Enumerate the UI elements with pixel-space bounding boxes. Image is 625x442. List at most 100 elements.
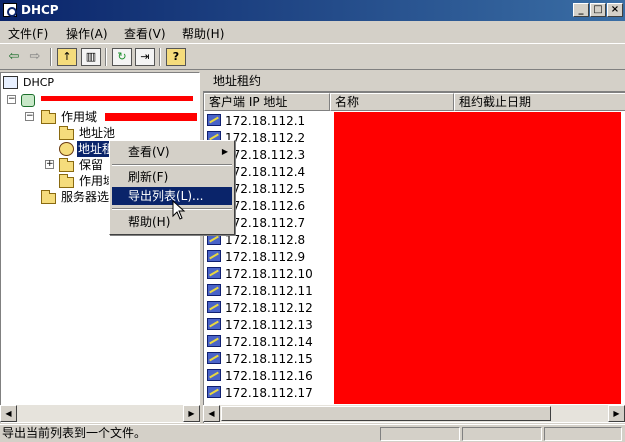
client-lease-icon	[207, 369, 221, 381]
client-ip-address: 172.18.112.8	[225, 233, 306, 247]
show-hide-tree-icon[interactable]: ▥	[81, 48, 101, 66]
client-lease-icon	[207, 114, 221, 126]
client-ip-address: 172.18.112.3	[225, 148, 306, 162]
scroll-left-icon[interactable]: ◀	[203, 405, 220, 422]
menu-view[interactable]: 查看(V)	[124, 25, 166, 42]
toolbar-separator	[159, 48, 161, 66]
client-ip-address: 172.18.112.6	[225, 199, 306, 213]
table-row[interactable]: 172.18.112.17	[204, 385, 334, 402]
minimize-button[interactable]: _	[573, 3, 589, 17]
client-lease-icon	[207, 284, 221, 296]
scroll-right-icon[interactable]: ▶	[183, 405, 200, 422]
client-ip-address: 172.18.112.7	[225, 216, 306, 230]
client-lease-icon	[207, 352, 221, 364]
tree-label-scope: 作用域	[61, 110, 98, 124]
tree-horizontal-scrollbar[interactable]: ◀ ▶	[0, 405, 200, 422]
table-row[interactable]: 172.18.112.13	[204, 317, 334, 334]
context-menu-refresh[interactable]: 刷新(F)	[112, 168, 232, 186]
client-lease-icon	[207, 267, 221, 279]
status-panel	[380, 427, 460, 441]
list-horizontal-scrollbar[interactable]: ◀ ▶	[203, 405, 625, 422]
context-menu-view[interactable]: 查看(V) ▶	[112, 143, 232, 161]
client-ip-address: 172.18.112.9	[225, 250, 306, 264]
lease-list[interactable]: 客户端 IP 地址 名称 租约截止日期 172.18.112.1 172.18.1…	[203, 92, 625, 423]
folder-icon	[59, 174, 74, 188]
client-ip-address: 172.18.112.15	[225, 352, 313, 366]
back-arrow-icon[interactable]: ⇦	[4, 48, 24, 66]
client-ip-address: 172.18.112.14	[225, 335, 313, 349]
menu-separator	[112, 164, 232, 166]
redaction-block	[334, 112, 621, 404]
client-lease-icon	[207, 335, 221, 347]
tree-expander-reservations[interactable]: +	[45, 160, 54, 169]
menu-action[interactable]: 操作(A)	[66, 25, 108, 42]
scroll-left-icon[interactable]: ◀	[0, 405, 17, 422]
client-lease-icon	[207, 250, 221, 262]
redaction-bar	[41, 96, 193, 101]
maximize-button[interactable]: □	[590, 3, 606, 17]
column-header-ip[interactable]: 客户端 IP 地址	[204, 93, 330, 111]
client-ip-address: 172.18.112.11	[225, 284, 313, 298]
status-panel	[462, 427, 542, 441]
table-row[interactable]: 172.18.112.16	[204, 368, 334, 385]
client-ip-address: 172.18.112.17	[225, 386, 313, 400]
tree-expander-scope[interactable]: −	[25, 112, 34, 121]
client-ip-address: 172.18.112.1	[225, 114, 306, 128]
folder-icon	[59, 158, 74, 172]
tree-expander-server[interactable]: −	[7, 95, 16, 104]
up-folder-icon[interactable]: ↑	[57, 48, 77, 66]
mouse-cursor-icon	[172, 200, 186, 220]
client-ip-address: 172.18.112.5	[225, 182, 306, 196]
menu-help[interactable]: 帮助(H)	[182, 25, 224, 42]
export-list-icon[interactable]: ⇥	[135, 48, 155, 66]
menu-file[interactable]: 文件(F)	[8, 25, 48, 42]
table-row[interactable]: 172.18.112.1	[204, 113, 334, 130]
client-ip-address: 172.18.112.16	[225, 369, 313, 383]
folder-icon	[41, 190, 56, 204]
table-row[interactable]: 172.18.112.10	[204, 266, 334, 283]
tree-label-dhcp: DHCP	[23, 76, 55, 89]
table-row[interactable]: 172.18.112.14	[204, 334, 334, 351]
tree-label-address-pool: 地址池	[79, 126, 116, 140]
context-menu-view-label: 查看(V)	[128, 145, 170, 159]
tree-label-server-options: 服务器选	[61, 190, 110, 204]
client-ip-address: 172.18.112.13	[225, 318, 313, 332]
folder-icon	[59, 126, 74, 140]
submenu-arrow-icon: ▶	[221, 147, 228, 156]
toolbar-separator	[105, 48, 107, 66]
scroll-thumb[interactable]	[221, 406, 551, 421]
dhcp-app-icon	[3, 3, 17, 17]
toolbar-separator	[50, 48, 52, 66]
column-header-name[interactable]: 名称	[330, 93, 454, 111]
client-ip-address: 172.18.112.10	[225, 267, 313, 281]
column-header-lease-expiration[interactable]: 租约截止日期	[454, 93, 625, 111]
table-row[interactable]: 172.18.112.12	[204, 300, 334, 317]
tree-label-reservations: 保留	[79, 158, 104, 172]
table-row[interactable]: 172.18.112.15	[204, 351, 334, 368]
status-bar: 导出当前列表到一个文件。	[0, 424, 625, 442]
client-ip-address: 172.18.112.4	[225, 165, 306, 179]
client-lease-icon	[207, 318, 221, 330]
scroll-right-icon[interactable]: ▶	[608, 405, 625, 422]
close-button[interactable]: ×	[607, 3, 623, 17]
client-ip-address: 172.18.112.12	[225, 301, 313, 315]
pane-title: 地址租约	[203, 72, 625, 92]
folder-icon	[41, 110, 56, 124]
forward-arrow-icon[interactable]: ⇨	[25, 48, 45, 66]
client-ip-address: 172.18.112.2	[225, 131, 306, 145]
toolbar: ⇦ ⇨ ↑ ▥ ↻ ⇥ ?	[0, 43, 625, 70]
client-lease-icon	[207, 301, 221, 313]
table-row[interactable]: 172.18.112.11	[204, 283, 334, 300]
help-icon[interactable]: ?	[166, 48, 186, 66]
status-text: 导出当前列表到一个文件。	[2, 426, 147, 440]
status-panel	[544, 427, 622, 441]
table-row[interactable]: 172.18.112.9	[204, 249, 334, 266]
title-bar[interactable]: DHCP _ □ ×	[0, 0, 625, 21]
context-menu: 查看(V) ▶ 刷新(F) 导出列表(L)... 帮助(H)	[109, 140, 235, 235]
refresh-icon[interactable]: ↻	[112, 48, 132, 66]
server-icon	[21, 94, 35, 107]
menu-bar: 文件(F) 操作(A) 查看(V) 帮助(H)	[0, 22, 625, 42]
dhcp-icon	[3, 76, 18, 89]
console-tree[interactable]: DHCP − − 作用域 地址池 地址租 + 保留 作用域 服务器选	[0, 72, 200, 423]
window-title: DHCP	[21, 3, 59, 17]
